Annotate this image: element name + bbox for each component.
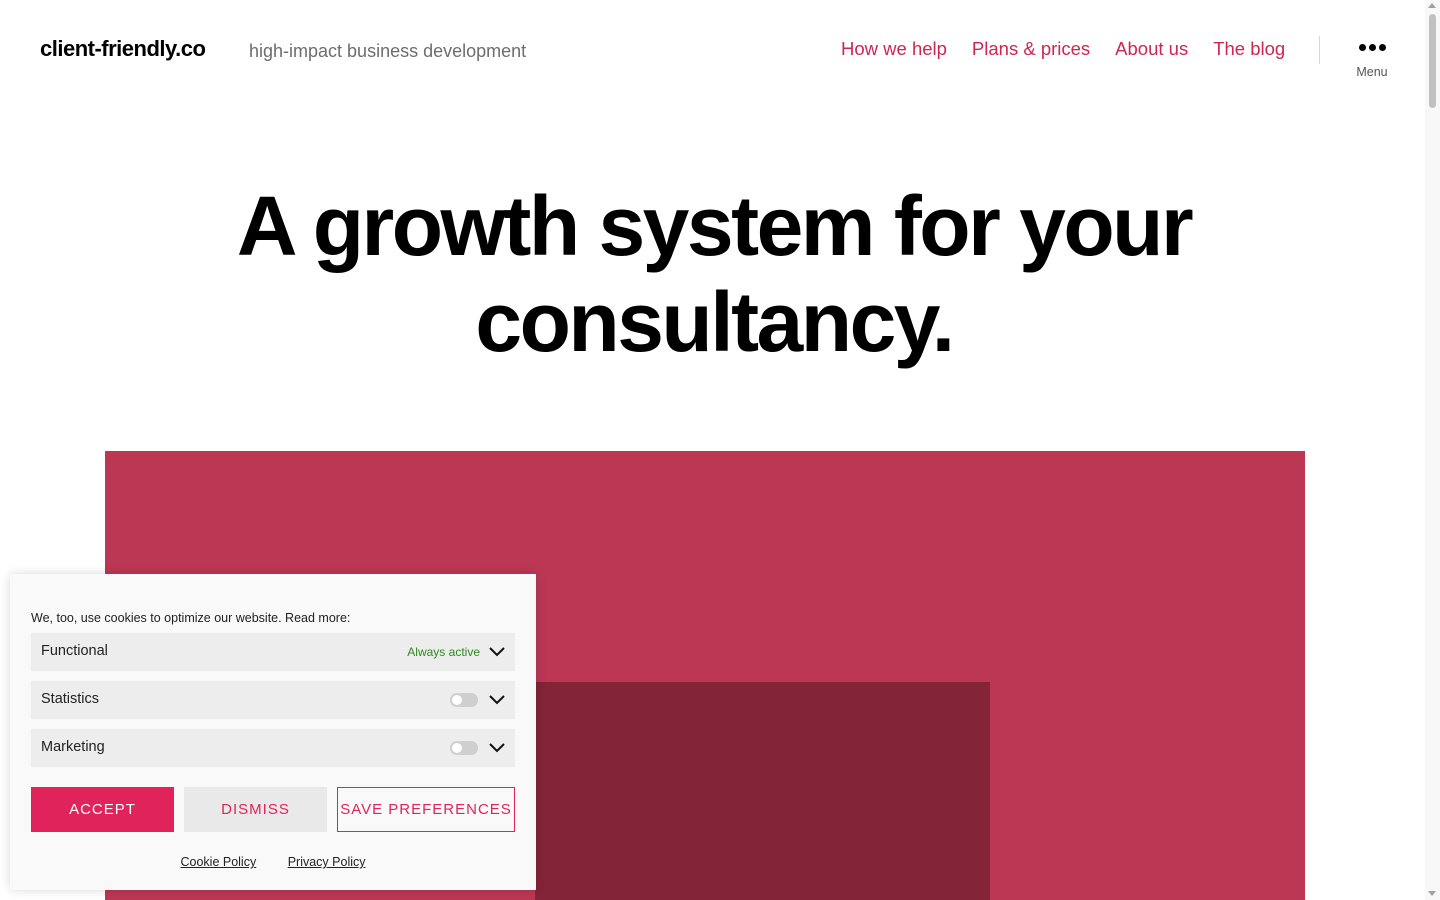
dismiss-button[interactable]: DISMISS <box>184 787 327 832</box>
cookie-category-marketing[interactable]: Marketing <box>31 729 515 767</box>
always-active-status: Always active <box>407 645 480 659</box>
primary-nav: How we help Plans & prices About us The … <box>841 38 1285 60</box>
cookie-message: We, too, use cookies to optimize our web… <box>31 611 351 625</box>
menu-toggle-button[interactable]: Menu <box>1352 38 1392 88</box>
marketing-toggle[interactable] <box>450 741 478 755</box>
scroll-up-arrow-icon[interactable] <box>1428 3 1436 8</box>
more-dots-icon <box>1352 44 1392 51</box>
hero-title-line-2: consultancy. <box>475 275 955 369</box>
nav-link-how-we-help[interactable]: How we help <box>841 38 947 60</box>
nav-divider <box>1319 36 1320 64</box>
hero-image-inner-shape <box>535 682 990 900</box>
chevron-down-icon[interactable] <box>488 643 506 661</box>
site-tagline: high-impact business development <box>249 41 527 61</box>
cookie-policy-link[interactable]: Cookie Policy <box>180 855 256 869</box>
cookie-category-label: Marketing <box>41 739 105 755</box>
cookie-category-label: Functional <box>41 643 108 659</box>
cookie-consent-banner: We, too, use cookies to optimize our web… <box>10 574 536 890</box>
vertical-scrollbar[interactable] <box>1425 0 1440 900</box>
cookie-category-statistics[interactable]: Statistics <box>31 681 515 719</box>
nav-link-plans-prices[interactable]: Plans & prices <box>972 38 1090 60</box>
site-title-link[interactable]: client-friendly.co <box>40 36 206 62</box>
scrollbar-thumb[interactable] <box>1429 14 1436 108</box>
scroll-down-arrow-icon[interactable] <box>1428 891 1436 896</box>
chevron-down-icon[interactable] <box>488 691 506 709</box>
nav-link-about-us[interactable]: About us <box>1115 38 1188 60</box>
cookie-policy-links: Cookie Policy Privacy Policy <box>10 855 536 869</box>
chevron-down-icon[interactable] <box>488 739 506 757</box>
cookie-category-functional[interactable]: Functional Always active <box>31 633 515 671</box>
statistics-toggle[interactable] <box>450 693 478 707</box>
save-preferences-button[interactable]: SAVE PREFERENCES <box>337 787 515 832</box>
hero-title: A growth system for your consultancy. <box>0 178 1428 370</box>
nav-link-the-blog[interactable]: The blog <box>1213 38 1285 60</box>
cookie-category-label: Statistics <box>41 691 100 707</box>
privacy-policy-link[interactable]: Privacy Policy <box>288 855 366 869</box>
accept-button[interactable]: ACCEPT <box>31 787 174 832</box>
hero-title-line-1: A growth system for your <box>236 179 1194 273</box>
site-header: client-friendly.co high-impact business … <box>0 0 1425 100</box>
menu-label: Menu <box>1356 65 1388 79</box>
